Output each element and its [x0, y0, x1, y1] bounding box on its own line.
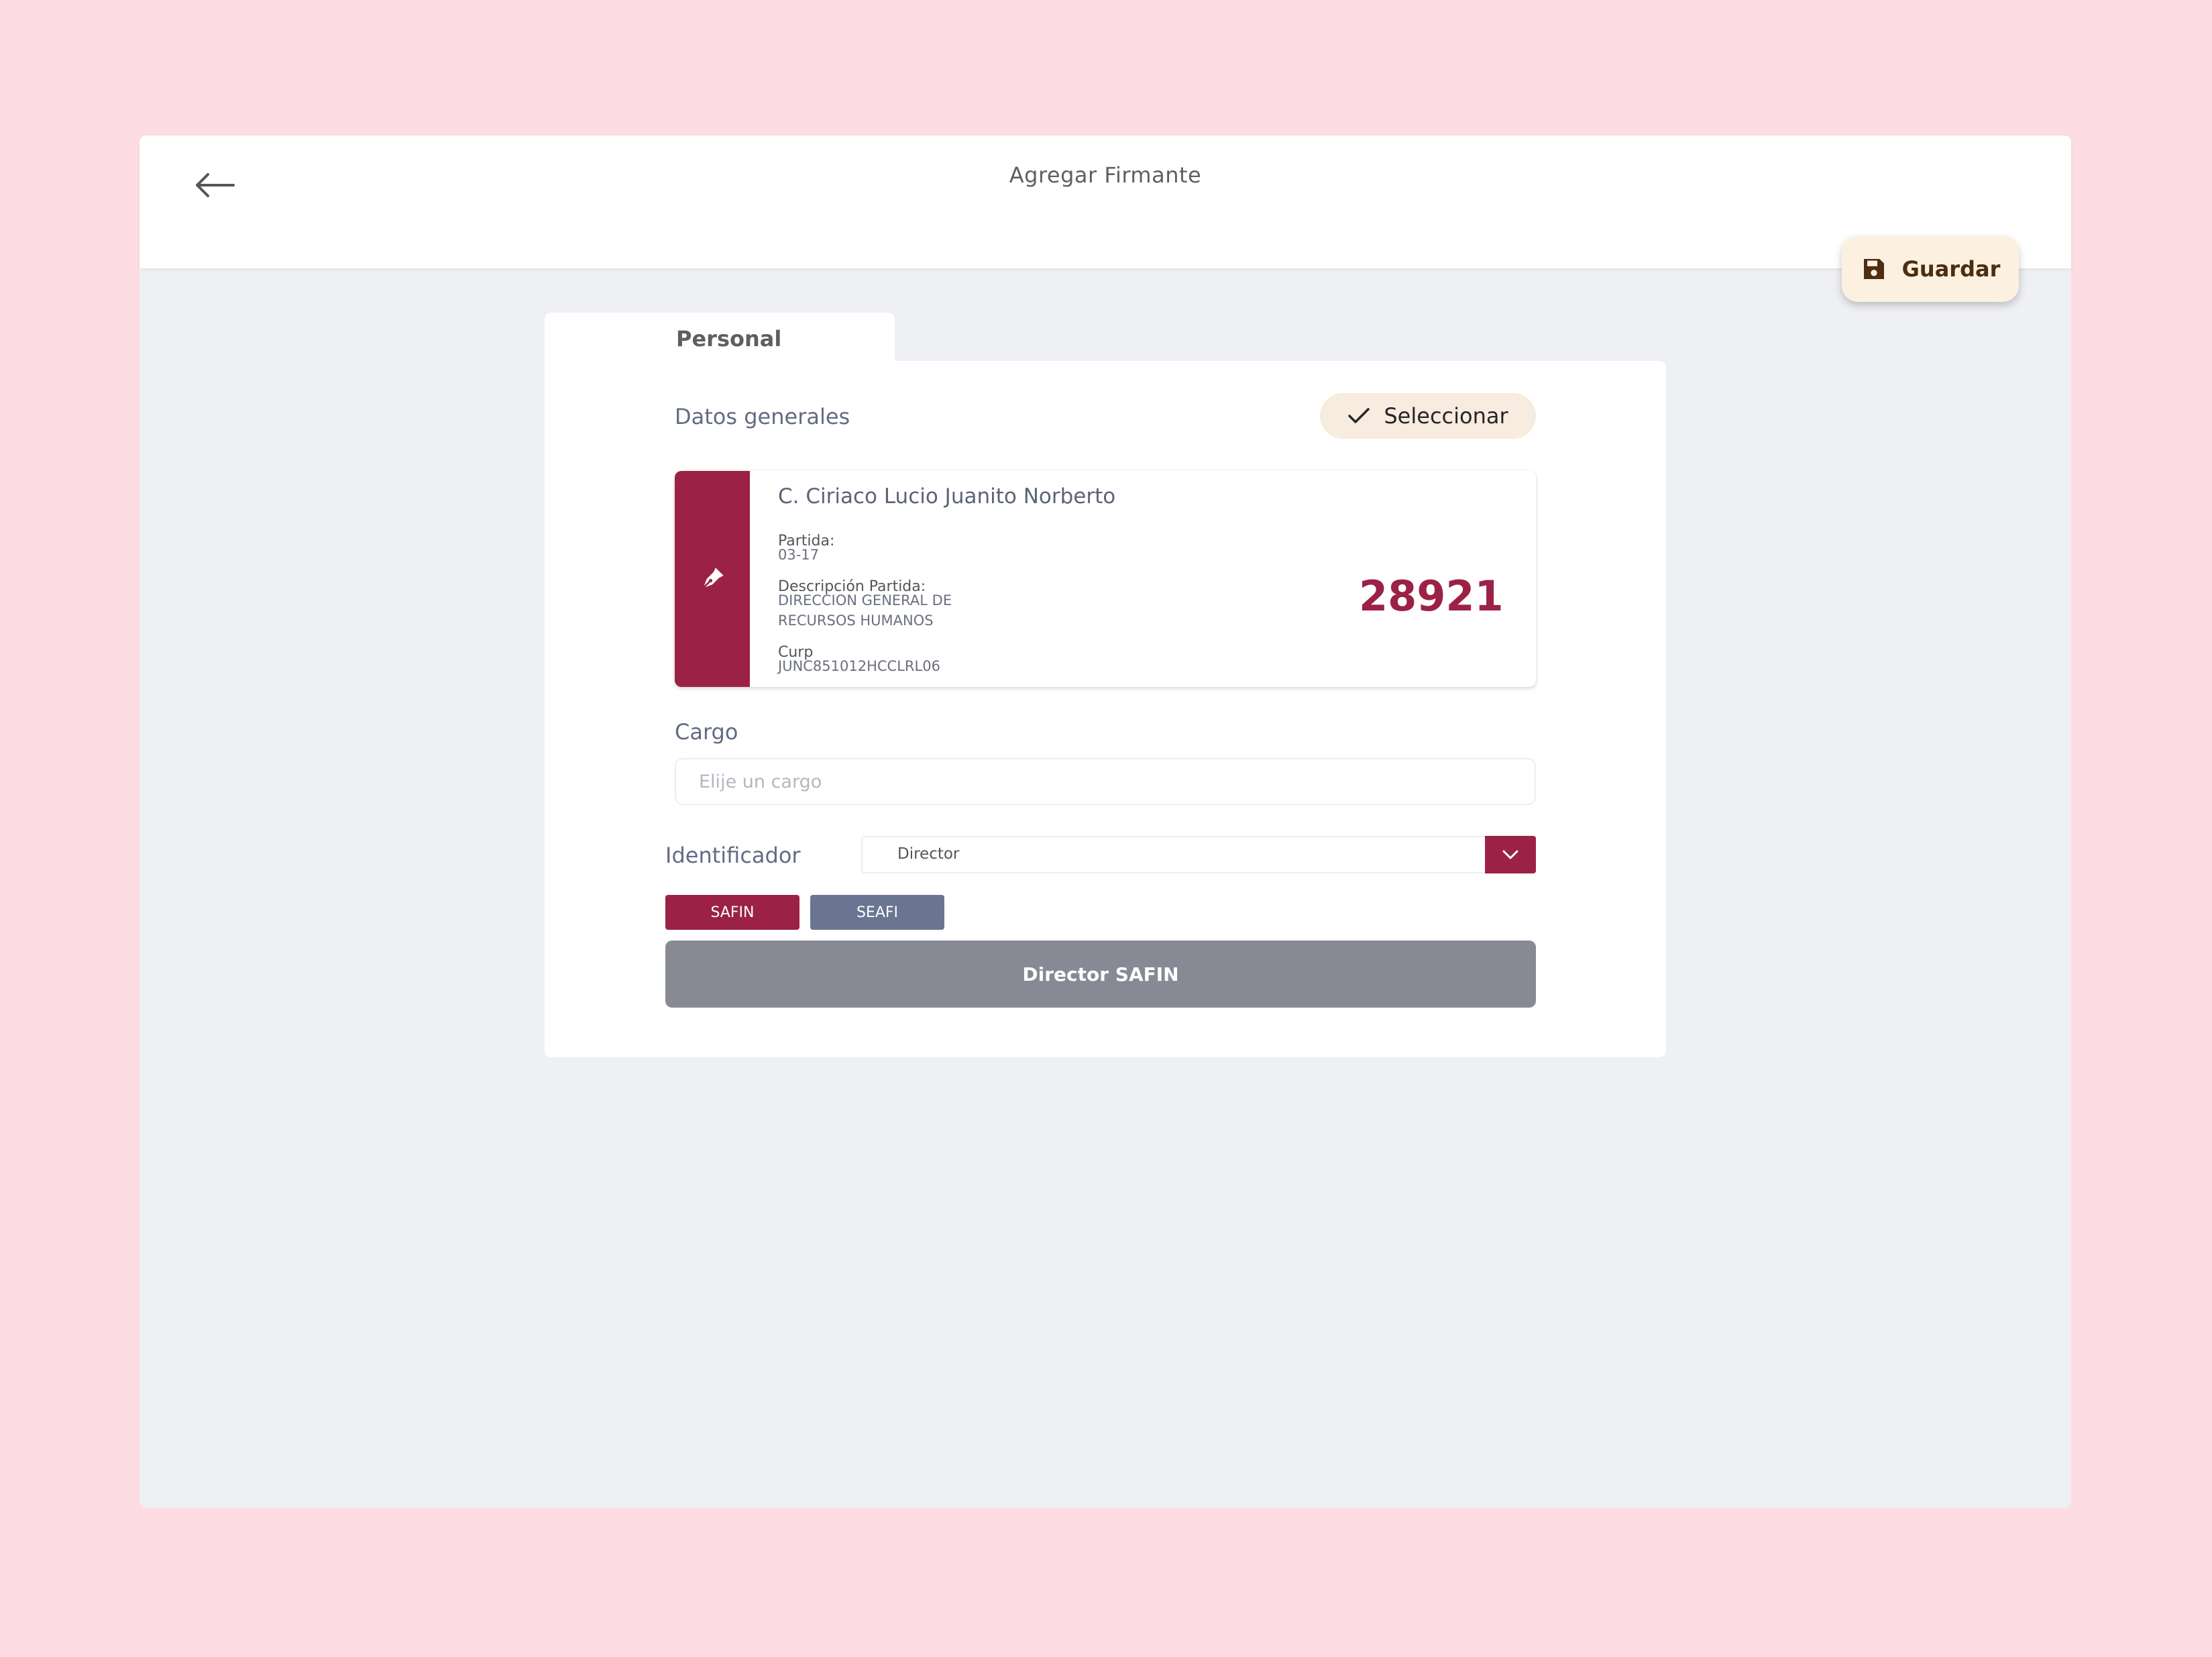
identificador-select[interactable]: Director — [861, 836, 1536, 873]
chevron-down-icon — [1502, 850, 1518, 859]
chip-seafi[interactable]: SEAFI — [810, 895, 944, 930]
tab-personal[interactable]: Personal — [545, 313, 895, 366]
select-button-label: Seleccionar — [1384, 403, 1508, 429]
save-button-label: Guardar — [1901, 256, 2001, 282]
person-number: 28921 — [1359, 572, 1504, 621]
identificador-dropdown-toggle[interactable] — [1485, 836, 1536, 873]
select-button[interactable]: Seleccionar — [1320, 393, 1536, 439]
curp-value: JUNC851012HCCLRL06 — [778, 658, 940, 674]
save-button[interactable]: Guardar — [1842, 236, 2019, 302]
checkmark-icon — [1348, 408, 1370, 423]
section-title-datos-generales: Datos generales — [675, 404, 850, 429]
cargo-input[interactable] — [675, 758, 1536, 805]
page-title: Agregar Firmante — [1009, 162, 1202, 188]
person-card-stripe — [675, 471, 750, 687]
top-bar: Agregar Firmante — [140, 136, 2071, 268]
director-safin-button[interactable]: Director SAFIN — [665, 941, 1536, 1008]
cargo-label: Cargo — [675, 719, 738, 745]
fountain-pen-icon — [702, 568, 724, 589]
partida-value: 03-17 — [778, 547, 820, 563]
identificador-label: Identificador — [665, 843, 801, 868]
descripcion-partida-value: DIRECCION GENERAL DE RECURSOS HUMANOS — [778, 592, 952, 629]
identificador-selected-value: Director — [897, 845, 960, 863]
person-name: C. Ciriaco Lucio Juanito Norberto — [778, 484, 1116, 509]
person-card[interactable]: C. Ciriaco Lucio Juanito Norberto Partid… — [675, 471, 1536, 687]
tab-personal-label: Personal — [676, 326, 782, 352]
chip-safin[interactable]: SAFIN — [665, 895, 799, 930]
app-frame: Agregar Firmante Guardar Personal Datos … — [140, 136, 2071, 1508]
floppy-disk-icon — [1863, 259, 1884, 279]
